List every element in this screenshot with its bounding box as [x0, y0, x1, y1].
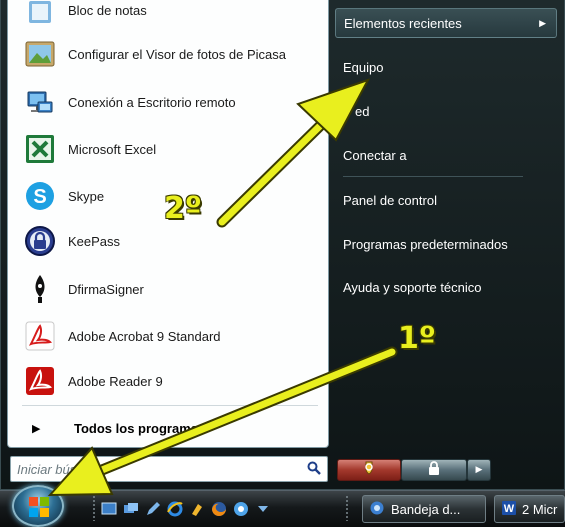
control-panel-link[interactable]: Panel de control	[335, 185, 557, 215]
start-menu: Bloc de notas Configurar el Visor de fot…	[0, 0, 565, 490]
triangle-right-icon: ▶	[32, 421, 41, 435]
network-label: ed	[355, 103, 370, 119]
search-box[interactable]	[10, 456, 328, 482]
program-label: Conexión a Escritorio remoto	[68, 94, 236, 110]
program-label: Adobe Reader 9	[68, 373, 163, 389]
program-item-notepad[interactable]: Bloc de notas	[16, 0, 324, 32]
step-1-label: 1º	[398, 321, 436, 356]
keepass-icon	[22, 223, 58, 259]
paint-icon[interactable]	[188, 500, 206, 518]
control-panel-label: Panel de control	[343, 192, 437, 208]
program-label: Adobe Acrobat 9 Standard	[68, 328, 221, 344]
excel-icon	[22, 131, 58, 167]
taskbar-button-label: Bandeja d...	[391, 501, 461, 517]
firefox-icon[interactable]	[210, 500, 228, 518]
program-item-remote-desktop[interactable]: Conexión a Escritorio remoto	[16, 80, 324, 124]
divider	[22, 405, 318, 406]
help-support-link[interactable]: Ayuda y soporte técnico	[335, 272, 557, 302]
taskbar-grip[interactable]	[345, 495, 349, 521]
taskbar-button-inbox[interactable]: Bandeja d...	[362, 495, 486, 523]
skype-icon: S	[22, 178, 58, 214]
shutdown-options-button[interactable]: ▶	[467, 459, 491, 481]
program-item-dfirmasigner[interactable]: DfirmaSigner	[16, 267, 324, 311]
program-label: Configurar el Visor de fotos de Picasa	[68, 46, 286, 62]
taskbar-button-label: 2 Micr	[522, 501, 558, 517]
word-icon: W	[501, 500, 517, 519]
power-button[interactable]	[337, 459, 401, 481]
program-label: Microsoft Excel	[68, 141, 157, 157]
notepad-icon	[22, 0, 58, 28]
search-input[interactable]	[17, 461, 287, 477]
triangle-right-icon: ▶	[475, 465, 483, 475]
quick-launch-bar	[100, 497, 272, 521]
computer-label: Equipo	[343, 59, 384, 75]
svg-text:W: W	[504, 503, 515, 515]
recent-items-link[interactable]: Elementos recientes ▶	[335, 8, 557, 38]
adobe-reader-icon	[22, 363, 58, 399]
program-label: Bloc de notas	[68, 2, 147, 18]
pen-nib-icon	[22, 271, 58, 307]
program-label: Skype	[68, 188, 105, 204]
help-support-label: Ayuda y soporte técnico	[343, 279, 482, 295]
start-button[interactable]	[12, 485, 64, 527]
internet-explorer-icon[interactable]	[166, 500, 184, 518]
lock-button[interactable]	[401, 459, 467, 481]
taskbar-grip[interactable]	[92, 495, 96, 521]
step-2-label: 2º	[164, 191, 202, 226]
windows-logo-icon	[28, 496, 50, 522]
all-programs-button[interactable]: ▶ Todos los programas	[22, 413, 322, 443]
network-link[interactable]: ed	[335, 96, 557, 126]
outlook-express-icon[interactable]	[232, 500, 250, 518]
lock-icon	[426, 460, 442, 480]
shield-power-icon	[360, 460, 378, 480]
all-programs-label: Todos los programas	[74, 420, 206, 436]
connect-to-label: Conectar a	[343, 147, 407, 163]
program-label: DfirmaSigner	[68, 281, 144, 297]
taskbar-button-word[interactable]: W 2 Micr	[494, 495, 565, 523]
default-programs-label: Programas predeterminados	[343, 236, 508, 252]
program-item-adobe-reader[interactable]: Adobe Reader 9	[16, 359, 324, 403]
connect-to-link[interactable]: Conectar a	[335, 140, 557, 170]
program-item-excel[interactable]: Microsoft Excel	[16, 127, 324, 171]
program-label: KeePass	[68, 233, 121, 249]
outlook-icon	[369, 500, 385, 519]
divider	[343, 176, 523, 177]
default-programs-link[interactable]: Programas predeterminados	[335, 229, 557, 259]
program-item-acrobat[interactable]: Adobe Acrobat 9 Standard	[16, 314, 324, 358]
show-desktop-icon[interactable]	[100, 500, 118, 518]
computer-link[interactable]: Equipo	[335, 52, 557, 82]
submenu-arrow-icon: ▶	[539, 17, 546, 28]
picasa-icon	[22, 36, 58, 72]
chevron-down-icon[interactable]	[254, 500, 272, 518]
acrobat-icon	[22, 318, 58, 354]
svg-text:S: S	[33, 186, 46, 208]
switch-windows-icon[interactable]	[122, 500, 140, 518]
pencil-icon[interactable]	[144, 500, 162, 518]
program-item-picasa[interactable]: Configurar el Visor de fotos de Picasa	[16, 32, 324, 76]
search-icon[interactable]	[307, 460, 321, 479]
recent-items-label: Elementos recientes	[344, 15, 462, 31]
remote-desktop-icon	[22, 84, 58, 120]
